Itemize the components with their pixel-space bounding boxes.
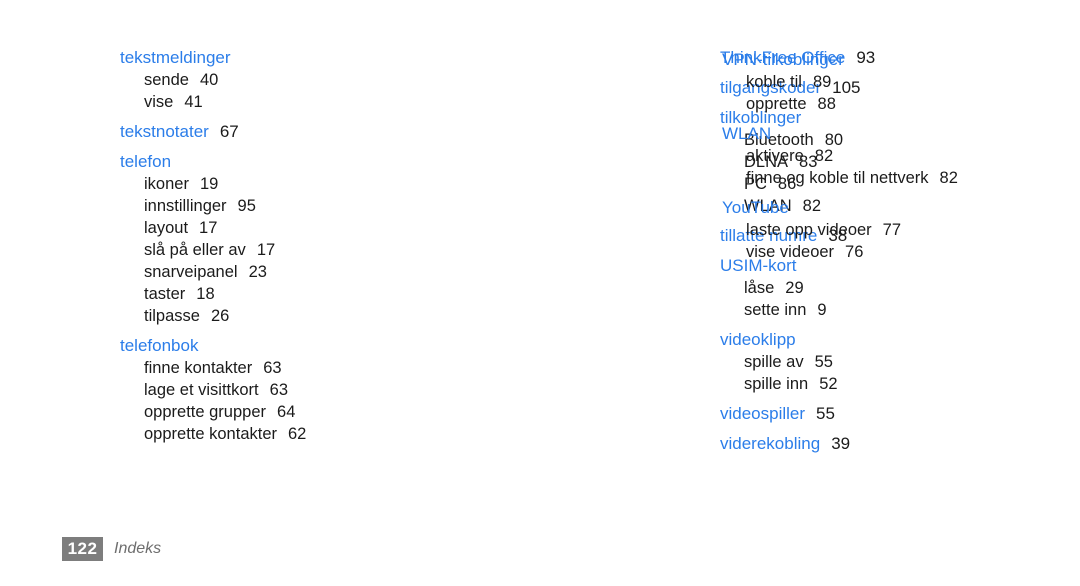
index-subentry-label: opprette kontakter (144, 425, 277, 443)
index-subentry-page-number: 55 (814, 353, 833, 371)
index-subentry-page-number: 41 (184, 93, 203, 111)
index-subentry-page-number: 77 (882, 221, 902, 239)
index-subentry-label: spille inn (744, 375, 809, 393)
index-subentry-label: innstillinger (144, 197, 227, 215)
index-subentry-label: spille av (744, 353, 804, 371)
index-entry[interactable]: viderekobling 39 (720, 432, 1052, 455)
index-subentry-label: finne kontakter (144, 359, 253, 377)
index-entry-page-number: 39 (831, 434, 851, 453)
index-subentry[interactable]: finne og koble til nettverk 82 (722, 167, 1080, 189)
index-group: USIM-kort låse 29 sette inn 9 (720, 254, 1052, 321)
index-entry[interactable]: WLAN (722, 122, 1080, 145)
index-subentry-label: aktivere (746, 147, 804, 165)
index-subentry-page-number: 63 (263, 359, 282, 377)
index-subentry-label: taster (144, 285, 186, 303)
index-subentry-page-number: 9 (817, 301, 827, 319)
index-subentry-label: vise videoer (746, 243, 835, 261)
index-subentry-page-number: 64 (277, 403, 296, 421)
index-subentry-page-number: 17 (199, 219, 218, 237)
index-entry-label: viderekobling (720, 434, 821, 453)
index-entry-label: YouTube (722, 198, 789, 217)
index-entry-label: videospiller (720, 404, 806, 423)
index-subentry-page-number: 40 (199, 71, 219, 89)
index-subentry[interactable]: sette inn 9 (720, 299, 1052, 321)
index-subentry-page-number: 76 (845, 243, 864, 261)
index-subentry-page-number: 95 (237, 197, 256, 215)
index-subentry-label: lage et visittkort (144, 381, 259, 399)
index-subentry-label: vise (144, 93, 174, 111)
index-column-3: VPN-tilkoblinger koble til 89 opprette 88 WLA… (722, 48, 1080, 263)
index-entry-label: tekstmeldinger (120, 48, 231, 67)
index-entry[interactable]: VPN-tilkoblinger (722, 48, 1080, 71)
index-subentry-label: laste opp videoer (746, 221, 872, 239)
index-subentry-label: sende (144, 71, 189, 89)
index-subentry-page-number: 82 (814, 147, 834, 165)
index-subentry-label: opprette grupper (144, 403, 267, 421)
index-subentry-page-number: 19 (199, 175, 219, 193)
index-entry[interactable]: videospiller 55 (720, 402, 1052, 425)
index-subentry[interactable]: opprette 88 (722, 93, 1080, 115)
index-subentry-page-number: 26 (210, 307, 230, 325)
index-subentry-label: finne og koble til nettverk (746, 169, 929, 187)
index-group: videoklipp spille av 55 spille inn 52 (720, 328, 1052, 395)
index-subentry-label: tilpasse (144, 307, 200, 325)
footer-section-label: Indeks (114, 540, 162, 557)
index-subentry[interactable]: spille av 55 (720, 351, 1052, 373)
index-entry-page-number: 55 (816, 404, 835, 423)
index-subentry-page-number: 62 (288, 425, 307, 443)
index-subentry-page-number: 88 (817, 95, 836, 113)
index-subentry-page-number: 18 (196, 285, 215, 303)
index-entry-label: WLAN (722, 124, 772, 143)
index-subentry-label: ikoner (144, 175, 189, 193)
index-subentry-page-number: 23 (248, 263, 267, 281)
index-entry-label: tekstnotater (120, 122, 209, 141)
index-subentry-page-number: 52 (819, 375, 838, 393)
index-subentry-page-number: 63 (269, 381, 288, 399)
index-entry-label: telefon (120, 152, 172, 171)
index-entry[interactable]: videoklipp (720, 328, 1052, 351)
index-entry-label: VPN-tilkoblinger (722, 50, 844, 69)
index-entry-label: telefonbok (120, 336, 199, 355)
index-subentry-page-number: 82 (939, 169, 958, 187)
index-entry-label: videoklipp (720, 330, 796, 349)
index-subentry-label: slå på eller av (144, 241, 246, 259)
index-entry[interactable]: YouTube (722, 196, 1080, 219)
index-group: YouTube laste opp videoer 77 vise videoer 76 (722, 196, 1080, 263)
index-subentry[interactable]: koble til 89 (722, 71, 1080, 93)
index-group: WLAN aktivere 82 finne og koble til nettver… (722, 122, 1080, 189)
index-subentry-label: låse (744, 279, 775, 297)
index-group: VPN-tilkoblinger koble til 89 opprette 88 (722, 48, 1080, 115)
page-footer: 122 Indeks (62, 537, 161, 561)
index-subentry[interactable]: vise videoer 76 (722, 241, 1080, 263)
page-number-badge: 122 (62, 537, 103, 561)
index-subentry-label: opprette (746, 95, 807, 113)
index-subentry[interactable]: låse 29 (720, 277, 1052, 299)
index-subentry[interactable]: laste opp videoer 77 (722, 219, 1080, 241)
index-subentry-label: layout (144, 219, 189, 237)
index-page: tekstmeldinger sende 40 vise 41 tekstnotater 6… (0, 0, 1080, 586)
index-subentry-page-number: 29 (785, 279, 804, 297)
index-group: videospiller 55 (720, 402, 1052, 425)
index-subentry-label: snarveipanel (144, 263, 238, 281)
index-entry-page-number: 67 (219, 122, 239, 141)
index-group: viderekobling 39 (720, 432, 1052, 455)
index-subentry[interactable]: spille inn 52 (720, 373, 1052, 395)
index-subentry[interactable]: aktivere 82 (722, 145, 1080, 167)
index-subentry-page-number: 17 (256, 241, 276, 259)
index-subentry-label: sette inn (744, 301, 807, 319)
index-subentry-page-number: 89 (812, 73, 832, 91)
index-subentry-label: koble til (746, 73, 802, 91)
